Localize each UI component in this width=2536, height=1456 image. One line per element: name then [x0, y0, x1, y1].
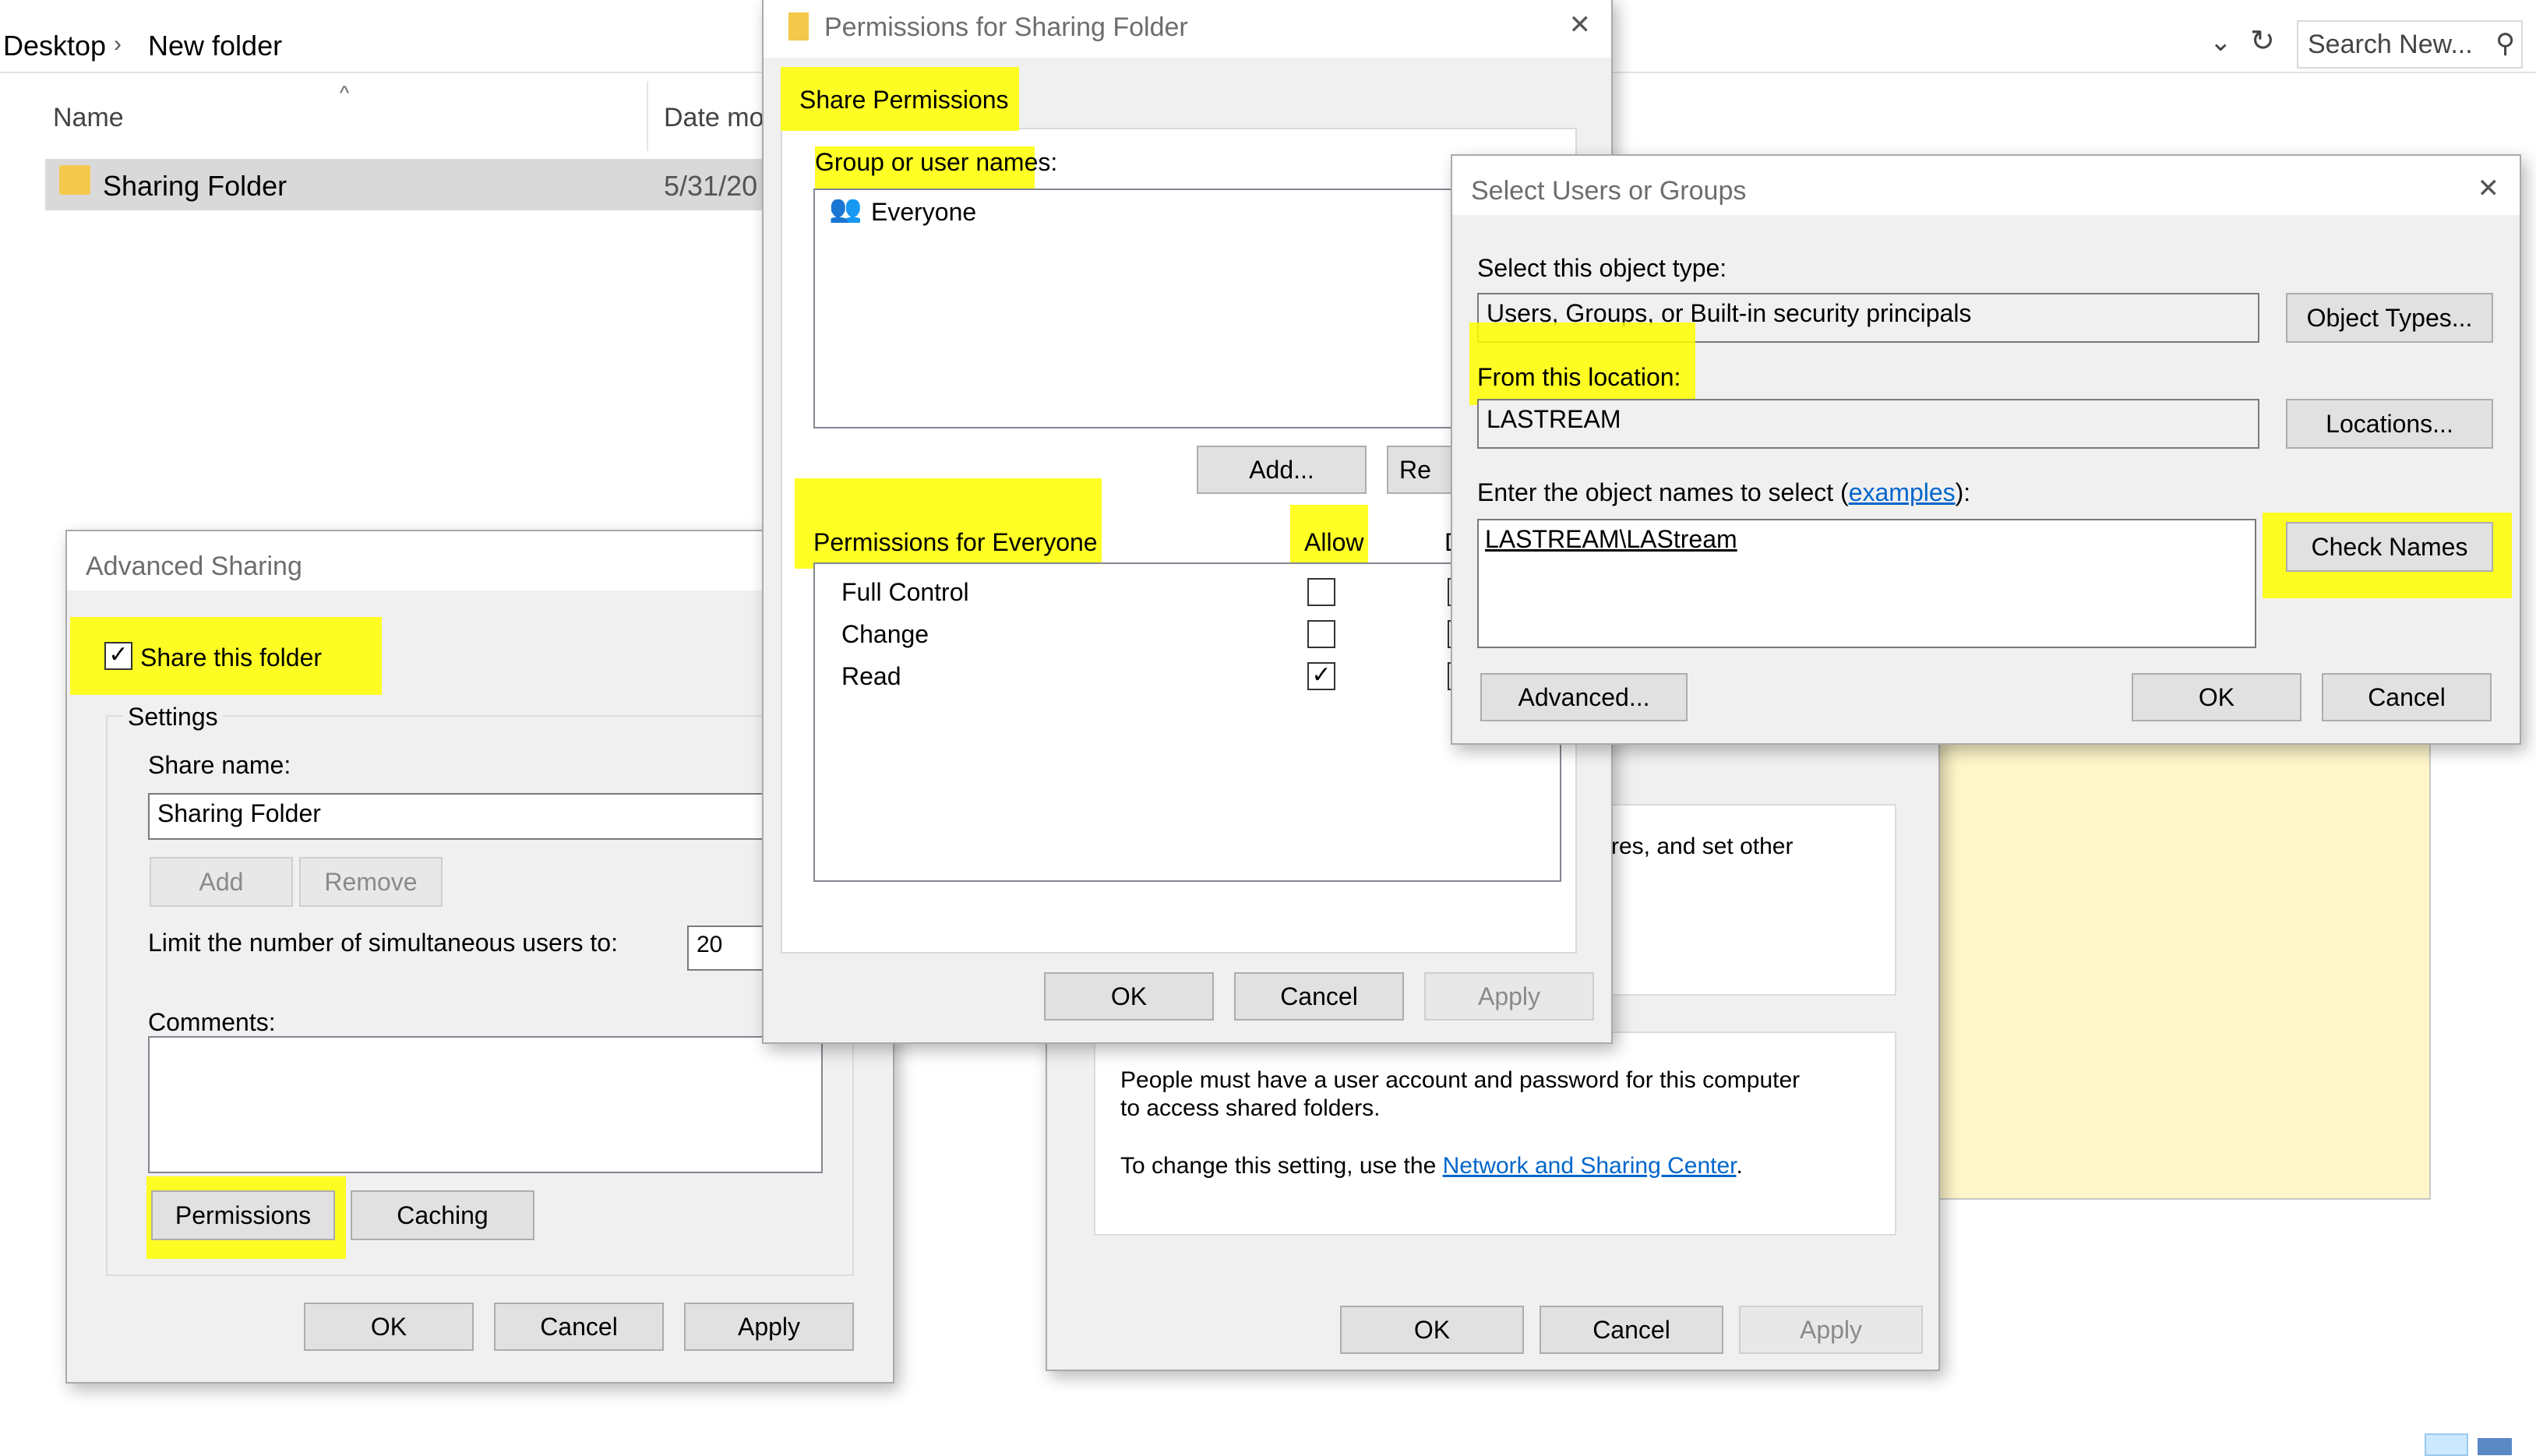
tab-share-permissions[interactable]: Share Permissions	[799, 86, 1009, 115]
location-label: From this location:	[1477, 363, 1681, 391]
partial-text: res, and set other	[1611, 834, 1794, 859]
folder-icon	[788, 12, 809, 41]
cancel-button[interactable]: Cancel	[494, 1303, 664, 1351]
add-button[interactable]: Add	[150, 857, 293, 907]
object-types-button[interactable]: Object Types...	[2286, 293, 2493, 343]
details-view-icon[interactable]	[2425, 1433, 2468, 1456]
row-date: 5/31/20	[664, 170, 758, 202]
names-label-text: Enter the object names to select (	[1477, 478, 1849, 506]
apply-button[interactable]: Apply	[684, 1303, 854, 1351]
cancel-button[interactable]: Cancel	[1540, 1306, 1723, 1354]
search-icon: ⚲	[2495, 29, 2515, 58]
cancel-button[interactable]: Cancel	[1234, 972, 1404, 1021]
share-folder-checkbox[interactable]: ✓	[104, 642, 132, 670]
change-allow-checkbox[interactable]	[1307, 620, 1335, 648]
comments-label: Comments:	[148, 1008, 276, 1036]
names-textarea[interactable]: LASTREAM\LAStream	[1477, 519, 2256, 648]
permissions-for-label: Permissions for Everyone	[813, 528, 1098, 556]
limit-label: Limit the number of simultaneous users t…	[148, 929, 618, 957]
ok-button[interactable]: OK	[304, 1303, 474, 1351]
permissions-button[interactable]: Permissions	[151, 1190, 335, 1240]
breadcrumb-chevron-icon: ›	[114, 31, 122, 57]
ok-button[interactable]: OK	[1044, 972, 1214, 1021]
locations-button[interactable]: Locations...	[2286, 399, 2493, 449]
change-end: .	[1736, 1153, 1743, 1179]
ok-button[interactable]: OK	[1340, 1306, 1524, 1354]
close-icon[interactable]: ✕	[2478, 173, 2500, 204]
perm-full-control: Full Control	[841, 578, 969, 606]
dialog-title: Advanced Sharing	[86, 552, 302, 581]
dialog-title: Select Users or Groups	[1471, 176, 1747, 206]
examples-link[interactable]: examples	[1849, 478, 1956, 506]
tiles-view-icon[interactable]	[2478, 1438, 2512, 1455]
ok-button[interactable]: OK	[2132, 673, 2301, 721]
share-name-label: Share name:	[148, 751, 291, 779]
comments-textarea[interactable]	[148, 1036, 823, 1173]
names-label-end: ):	[1955, 478, 1971, 506]
chevron-down-icon[interactable]: ⌄	[2210, 26, 2232, 58]
sort-arrow-icon: ^	[340, 81, 350, 104]
change-text: To change this setting, use the	[1120, 1153, 1443, 1179]
names-label: Enter the object names to select (exampl…	[1477, 478, 1970, 507]
dialog-title: Permissions for Sharing Folder	[824, 12, 1188, 42]
remove-button[interactable]: Remove	[299, 857, 443, 907]
perm-change: Change	[841, 620, 929, 648]
caching-button[interactable]: Caching	[351, 1190, 534, 1240]
apply-button[interactable]: Apply	[1739, 1306, 1923, 1354]
full-control-allow-checkbox[interactable]	[1307, 578, 1335, 606]
settings-label: Settings	[123, 703, 223, 732]
check-names-button[interactable]: Check Names	[2286, 522, 2493, 572]
close-icon[interactable]: ✕	[1569, 9, 1592, 41]
group-item-everyone[interactable]: Everyone	[871, 198, 976, 227]
group-label: Group or user names:	[815, 148, 1058, 176]
change-setting-text: To change this setting, use the Network …	[1120, 1153, 1743, 1179]
share-name-input[interactable]: Sharing Folder	[148, 793, 834, 840]
permissions-list	[813, 562, 1561, 882]
advanced-button[interactable]: Advanced...	[1480, 673, 1688, 721]
note-panel	[1932, 740, 2431, 1200]
password-text-1: People must have a user account and pass…	[1120, 1067, 1801, 1093]
breadcrumb-desktop[interactable]: Desktop	[3, 30, 106, 62]
apply-button[interactable]: Apply	[1424, 972, 1594, 1021]
refresh-icon[interactable]: ↻	[2250, 23, 2275, 58]
read-allow-checkbox[interactable]: ✓	[1307, 662, 1335, 690]
breadcrumb-new-folder[interactable]: New folder	[148, 30, 282, 62]
cancel-button[interactable]: Cancel	[2322, 673, 2492, 721]
allow-header: Allow	[1304, 528, 1364, 556]
password-group	[1094, 1031, 1896, 1236]
row-name: Sharing Folder	[103, 170, 287, 202]
names-value: LASTREAM\LAStream	[1485, 525, 1737, 553]
add-button[interactable]: Add...	[1197, 446, 1367, 494]
folder-icon	[59, 165, 90, 195]
network-sharing-center-link[interactable]: Network and Sharing Center	[1443, 1153, 1737, 1179]
search-input[interactable]: Search New... ⚲	[2297, 20, 2523, 69]
location-field: LASTREAM	[1477, 399, 2259, 449]
column-date[interactable]: Date mo	[664, 103, 764, 133]
share-folder-label: Share this folder	[140, 643, 323, 672]
users-group-icon: 👥	[829, 194, 862, 224]
search-placeholder: Search New...	[2308, 30, 2473, 59]
select-users-dialog: Select Users or Groups ✕ Select this obj…	[1451, 154, 2521, 745]
column-divider	[647, 81, 648, 151]
column-name[interactable]: Name	[53, 103, 124, 133]
password-text-2: to access shared folders.	[1120, 1095, 1381, 1121]
perm-read: Read	[841, 662, 901, 690]
object-type-label: Select this object type:	[1477, 254, 1727, 282]
